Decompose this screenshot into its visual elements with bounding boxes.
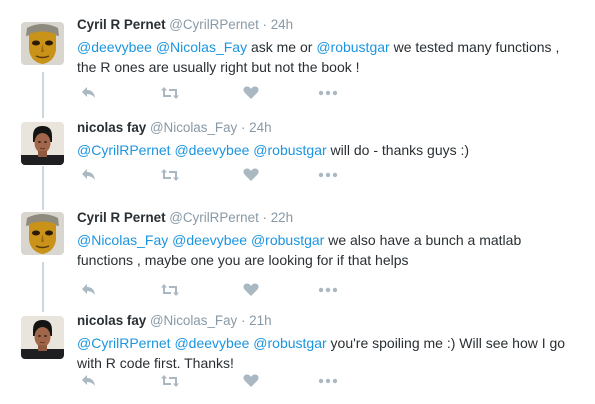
mention-link[interactable]: @CyrilRPernet [77, 335, 171, 351]
fullname[interactable]: Cyril R Pernet [77, 17, 166, 32]
retweet-icon[interactable] [160, 167, 180, 183]
tweet-text: @deevybee @Nicolas_Fay ask me or @robust… [77, 37, 587, 77]
mention-link[interactable]: @deevybee [174, 335, 249, 351]
username[interactable]: @CyrilRPernet [169, 17, 259, 32]
separator-dot: · [240, 313, 246, 328]
tweet-header: Cyril R Pernet @CyrilRPernet · 24h [77, 17, 293, 33]
text-segment: we tested many functions , [389, 39, 560, 55]
tweet-header: nicolas fay @Nicolas_Fay · 24h [77, 120, 272, 136]
reply-icon[interactable] [79, 167, 99, 183]
tweet[interactable]: Cyril R Pernet @CyrilRPernet · 22h @Nico… [0, 210, 595, 310]
username[interactable]: @Nicolas_Fay [150, 313, 237, 328]
tweet-text-line: @deevybee @Nicolas_Fay ask me or @robust… [77, 37, 587, 57]
tweet-actions [77, 85, 377, 101]
tweet-text: @CyrilRPernet @deevybee @robustgar will … [77, 140, 587, 160]
mention-link[interactable]: @deevybee [77, 39, 152, 55]
username[interactable]: @Nicolas_Fay [150, 120, 237, 135]
mention-link[interactable]: @Nicolas_Fay [77, 232, 168, 248]
mention-link[interactable]: @deevybee [174, 142, 249, 158]
like-icon[interactable] [241, 282, 261, 298]
reply-icon[interactable] [79, 85, 99, 101]
tweet-text-line: the R ones are usually right but not the… [77, 57, 587, 77]
mask-avatar-image [21, 212, 64, 255]
timestamp[interactable]: 22h [271, 210, 293, 225]
text-segment: with R code first. Thanks! [77, 355, 234, 371]
text-segment: ask me or [247, 39, 317, 55]
tweet-actions [77, 282, 377, 298]
mention-link[interactable]: @Nicolas_Fay [156, 39, 247, 55]
mention-link[interactable]: @robustgar [316, 39, 389, 55]
reply-icon[interactable] [79, 282, 99, 298]
like-icon[interactable] [241, 85, 261, 101]
tweet[interactable]: nicolas fay @Nicolas_Fay · 24h @CyrilRPe… [0, 120, 595, 200]
text-segment: we also have a bunch a matlab [324, 232, 522, 248]
fullname[interactable]: nicolas fay [77, 120, 146, 135]
mask-avatar-image [21, 22, 64, 65]
more-icon[interactable] [318, 85, 338, 101]
separator-dot: · [240, 120, 246, 135]
tweet-text-line: @CyrilRPernet @deevybee @robustgar will … [77, 140, 587, 160]
text-segment: will do - thanks guys :) [326, 142, 470, 158]
avatar[interactable] [21, 212, 64, 255]
mention-link[interactable]: @CyrilRPernet [77, 142, 171, 158]
tweet-header: Cyril R Pernet @CyrilRPernet · 22h [77, 210, 293, 226]
separator-dot: · [262, 17, 267, 32]
retweet-icon[interactable] [160, 85, 180, 101]
tweet[interactable]: Cyril R Pernet @CyrilRPernet · 24h @deev… [0, 17, 595, 117]
tweet-actions [77, 373, 377, 389]
timestamp[interactable]: 24h [249, 120, 271, 135]
person-avatar-image [21, 316, 64, 359]
separator-dot: · [262, 210, 267, 225]
avatar[interactable] [21, 316, 64, 359]
like-icon[interactable] [241, 167, 261, 183]
tweet[interactable]: nicolas fay @Nicolas_Fay · 21h @CyrilRPe… [0, 313, 595, 403]
retweet-icon[interactable] [160, 373, 180, 389]
text-segment: you're spoiling me :) Will see how I go [326, 335, 566, 351]
mention-link[interactable]: @robustgar [253, 142, 326, 158]
text-segment: the R ones are usually right but not the… [77, 59, 360, 75]
fullname[interactable]: Cyril R Pernet [77, 210, 166, 225]
tweet-text-line: functions , maybe one you are looking fo… [77, 250, 587, 270]
mention-link[interactable]: @deevybee [172, 232, 247, 248]
tweet-text-line: @Nicolas_Fay @deevybee @robustgar we als… [77, 230, 587, 250]
mention-link[interactable]: @robustgar [251, 232, 324, 248]
avatar[interactable] [21, 122, 64, 165]
reply-icon[interactable] [79, 373, 99, 389]
text-segment: functions , maybe one you are looking fo… [77, 252, 409, 268]
timestamp[interactable]: 24h [271, 17, 293, 32]
tweet-text: @Nicolas_Fay @deevybee @robustgar we als… [77, 230, 587, 270]
tweet-text: @CyrilRPernet @deevybee @robustgar you'r… [77, 333, 587, 373]
tweet-text-line: @CyrilRPernet @deevybee @robustgar you'r… [77, 333, 587, 353]
username[interactable]: @CyrilRPernet [169, 210, 259, 225]
more-icon[interactable] [318, 167, 338, 183]
person-avatar-image [21, 122, 64, 165]
more-icon[interactable] [318, 373, 338, 389]
retweet-icon[interactable] [160, 282, 180, 298]
mention-link[interactable]: @robustgar [253, 335, 326, 351]
like-icon[interactable] [241, 373, 261, 389]
tweet-actions [77, 167, 377, 183]
tweet-header: nicolas fay @Nicolas_Fay · 21h [77, 313, 272, 329]
avatar[interactable] [21, 22, 64, 65]
fullname[interactable]: nicolas fay [77, 313, 146, 328]
tweet-text-line: with R code first. Thanks! [77, 353, 587, 373]
more-icon[interactable] [318, 282, 338, 298]
timestamp[interactable]: 21h [249, 313, 271, 328]
